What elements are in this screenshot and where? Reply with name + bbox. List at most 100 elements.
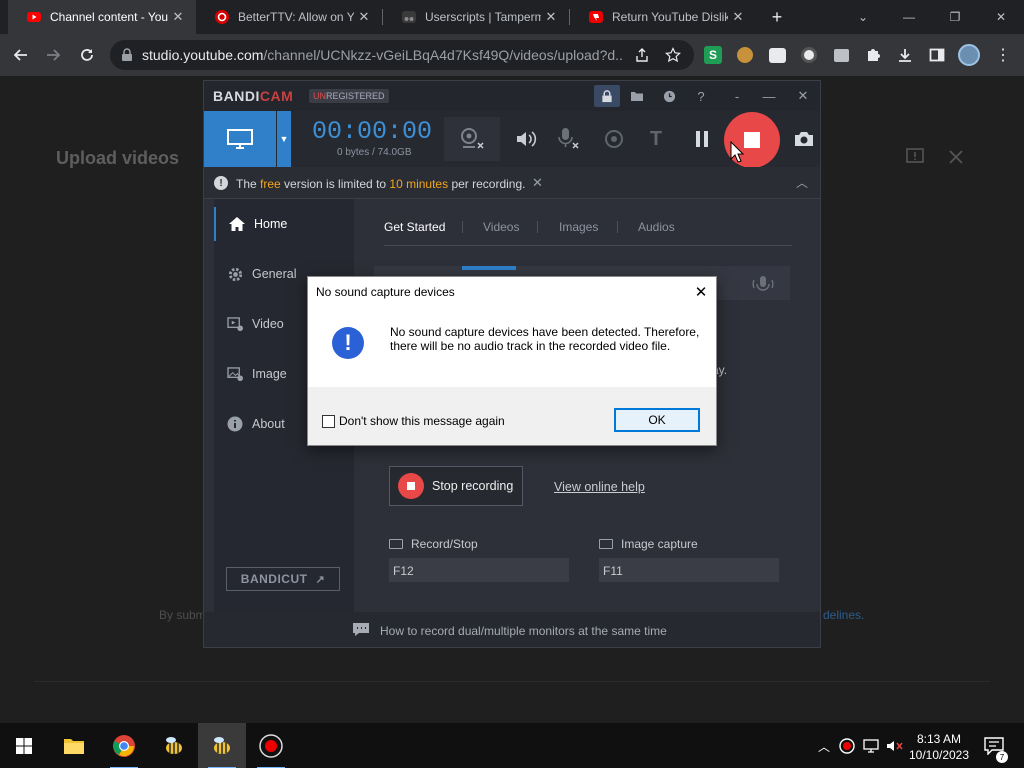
system-clock[interactable]: 8:13 AM 10/10/2023 — [906, 731, 972, 763]
minimize-button[interactable]: — — [760, 87, 778, 105]
screen-mode-button[interactable] — [204, 111, 276, 167]
side-panel-icon[interactable] — [926, 44, 948, 66]
dont-show-again-checkbox[interactable]: Don't show this message again — [322, 414, 505, 428]
close-icon[interactable]: ✕ — [541, 9, 561, 25]
new-tab-button[interactable]: + — [760, 0, 794, 34]
recording-timer: 00:00:00 — [312, 117, 433, 146]
tab-separator — [537, 221, 538, 233]
maximize-button[interactable]: ❐ — [932, 0, 978, 34]
tab-images[interactable]: Images — [559, 220, 598, 234]
sidebar-item-home[interactable]: Home — [214, 207, 354, 241]
download-icon[interactable] — [894, 44, 916, 66]
close-icon[interactable]: ✕ — [532, 175, 543, 191]
clock-time: 8:13 AM — [916, 732, 962, 746]
checkbox-label: Don't show this message again — [339, 414, 505, 428]
pause-button[interactable] — [684, 121, 720, 157]
guidelines-link[interactable]: delines. — [823, 608, 864, 622]
tab-title: Channel content - YouT — [50, 10, 168, 24]
address-bar[interactable]: studio.youtube.com/channel/UCNkzz-vGeiLB… — [110, 40, 694, 70]
bandicut-button[interactable]: BANDICUT ↗ — [226, 567, 340, 591]
tab-separator — [462, 221, 463, 233]
tab-search-chevron-icon[interactable]: ⌄ — [840, 0, 886, 34]
mode-dropdown-chevron-icon[interactable]: ▼ — [277, 111, 291, 167]
close-button[interactable]: ✕ — [794, 87, 812, 105]
checkbox-box[interactable] — [322, 414, 335, 428]
pause-icon — [696, 131, 708, 147]
help-icon[interactable]: ? — [692, 87, 710, 105]
divider — [34, 681, 990, 682]
minimize-button[interactable]: — — [886, 0, 932, 34]
dislike-icon — [589, 11, 603, 23]
speaker-button[interactable] — [508, 121, 544, 157]
extension-s-icon[interactable]: S — [702, 44, 724, 66]
bee-app-button[interactable] — [150, 723, 198, 768]
bandicam-tray-icon[interactable] — [836, 723, 858, 768]
notice-free: free — [260, 177, 281, 191]
tab-videos[interactable]: Videos — [483, 220, 519, 234]
microphone-button[interactable] — [550, 121, 586, 157]
dialog-close-button[interactable]: ✕ — [690, 281, 712, 303]
screen: Channel content - YouT ✕ BetterTTV: Allo… — [0, 0, 1024, 768]
show-hidden-icons-chevron-icon[interactable]: ︿ — [814, 723, 834, 768]
extension-mask-icon[interactable] — [766, 44, 788, 66]
chat-bubble-icon — [353, 623, 369, 636]
tab-title: Return YouTube Dislike — [612, 10, 728, 24]
close-icon[interactable]: ✕ — [168, 9, 188, 25]
tab-get-started[interactable]: Get Started — [384, 220, 445, 234]
hotkey-record-stop-field[interactable]: F12 — [389, 558, 569, 582]
start-button[interactable] — [0, 723, 48, 768]
cookie-icon[interactable] — [734, 44, 756, 66]
close-icon[interactable]: ✕ — [354, 9, 374, 25]
view-online-help-link[interactable]: View online help — [554, 480, 645, 494]
bookmark-star-icon[interactable] — [665, 47, 681, 63]
feedback-icon[interactable] — [906, 148, 924, 166]
tab-userscripts[interactable]: Userscripts | Tampermo ✕ — [383, 0, 569, 34]
tips-bar[interactable]: How to record dual/multiple monitors at … — [204, 612, 820, 647]
tab-return-youtube-dislike[interactable]: Return YouTube Dislike ✕ — [570, 0, 756, 34]
profile-avatar[interactable] — [958, 44, 980, 66]
close-icon[interactable] — [948, 149, 964, 165]
hotkey-label-text: Image capture — [621, 537, 698, 551]
lock-button[interactable] — [594, 85, 620, 107]
hotkey-record-stop-label: Record/Stop — [389, 537, 478, 551]
forward-button[interactable] — [40, 42, 66, 68]
windows-taskbar: ︿ 8:13 AM 10/10/2023 7 — [0, 722, 1024, 768]
tab-channel-content[interactable]: Channel content - YouT ✕ — [8, 0, 196, 34]
file-explorer-button[interactable] — [50, 723, 98, 768]
volume-muted-icon[interactable] — [884, 723, 906, 768]
chevron-up-icon[interactable]: ︿ — [796, 174, 808, 191]
extension-box-icon[interactable] — [830, 44, 852, 66]
keyboard-icon — [599, 539, 613, 549]
back-button[interactable] — [8, 42, 34, 68]
share-icon[interactable] — [634, 47, 650, 63]
collapse-button[interactable]: - — [728, 87, 746, 105]
window-close-button[interactable]: ✕ — [978, 0, 1024, 34]
clock-icon[interactable] — [660, 87, 678, 105]
logo-text-bandi: BANDI — [213, 88, 260, 104]
network-icon[interactable] — [860, 723, 882, 768]
webcam-button[interactable] — [444, 117, 500, 161]
audio-mode-icon[interactable] — [738, 271, 788, 297]
bee-app-active-button[interactable] — [198, 723, 246, 768]
menu-kebab-icon[interactable]: ⋮ — [992, 44, 1014, 66]
tab-audios[interactable]: Audios — [638, 220, 675, 234]
text-overlay-icon[interactable]: T — [638, 121, 674, 157]
stop-recording-button[interactable]: Stop recording — [389, 466, 523, 506]
screenshot-button[interactable] — [786, 121, 822, 157]
puzzle-icon[interactable] — [862, 44, 884, 66]
mouse-effects-button[interactable] — [596, 121, 632, 157]
tab-betterttv[interactable]: BetterTTV: Allow on Yo ✕ — [196, 0, 382, 34]
close-icon[interactable]: ✕ — [728, 9, 748, 25]
folder-icon[interactable] — [628, 87, 646, 105]
stop-recording-label: Stop recording — [432, 479, 514, 493]
chrome-button[interactable] — [100, 723, 148, 768]
bandicam-taskbar-button[interactable] — [247, 723, 295, 768]
reload-button[interactable] — [74, 42, 100, 68]
notification-center-button[interactable]: 7 — [982, 723, 1008, 768]
shield-extension-icon[interactable] — [798, 44, 820, 66]
url-host: studio.youtube.com — [142, 47, 264, 63]
bandicam-toolbar: ▼ 00:00:00 0 bytes / 74.0GB T — [204, 111, 822, 168]
ok-button[interactable]: OK — [614, 408, 700, 432]
hotkey-image-capture-field[interactable]: F11 — [599, 558, 779, 582]
stop-icon — [398, 473, 424, 499]
